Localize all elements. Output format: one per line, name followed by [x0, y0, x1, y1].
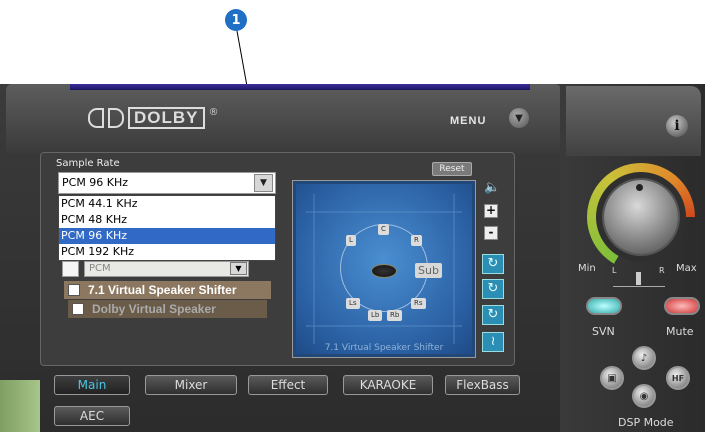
- listener-head-icon[interactable]: [371, 264, 397, 278]
- mute-toggle[interactable]: [664, 297, 700, 315]
- rotate-mode-2-button[interactable]: ↻: [482, 279, 504, 299]
- dolby-wordmark: DOLBY: [128, 107, 205, 129]
- speaker-left-back[interactable]: Lb: [368, 310, 383, 321]
- info-icon: i: [674, 118, 680, 134]
- menu-label: MENU: [450, 115, 487, 127]
- sample-rate-option[interactable]: PCM 192 KHz: [59, 244, 275, 260]
- pcm-checkbox[interactable]: [62, 261, 79, 277]
- tab-aec[interactable]: AEC: [54, 406, 130, 426]
- volume-knob-indicator: [636, 184, 643, 191]
- film-icon: ▣: [607, 372, 617, 384]
- triangle-down-icon: ▼: [260, 178, 267, 188]
- speaker-right-back[interactable]: Rb: [387, 310, 403, 321]
- reset-button[interactable]: Reset: [432, 162, 472, 176]
- dsp-mode-label: DSP Mode: [618, 416, 674, 429]
- speaker-panel-caption: 7.1 Virtual Speaker Shifter: [324, 343, 444, 353]
- rotate-mode-3-button[interactable]: ↻: [482, 305, 504, 325]
- dolby-virtual-speaker-option[interactable]: Dolby Virtual Speaker: [68, 300, 267, 318]
- volume-max-label: Max: [676, 263, 697, 274]
- desktop-background: [0, 380, 40, 432]
- speaker-sub[interactable]: Sub: [415, 263, 442, 278]
- pcm-dropdown-button[interactable]: ▼: [230, 262, 247, 275]
- sample-rate-dropdown-list: PCM 44.1 KHz PCM 48 KHz PCM 96 KHz PCM 1…: [58, 195, 276, 261]
- volume-min-label: Min: [578, 263, 596, 274]
- menu-button[interactable]: ▼: [509, 108, 529, 128]
- speaker-icon: 🔈: [484, 180, 501, 195]
- sample-rate-dropdown-button[interactable]: ▼: [254, 174, 273, 192]
- dsp-game-button[interactable]: ◉: [632, 384, 656, 408]
- chevron-down-icon: ▼: [515, 112, 523, 124]
- sample-rate-option-selected[interactable]: PCM 96 KHz: [59, 228, 275, 244]
- triangle-down-icon: ▼: [235, 264, 242, 273]
- dsp-music-button[interactable]: ♪: [632, 346, 656, 370]
- speaker-right-surround[interactable]: Rs: [411, 298, 426, 309]
- volume-knob[interactable]: [604, 180, 678, 254]
- dsp-movie-button[interactable]: ▣: [600, 366, 624, 390]
- virtual-speaker-shifter-option[interactable]: 7.1 Virtual Speaker Shifter: [64, 281, 271, 299]
- rotate-mode-1-button[interactable]: ↻: [482, 254, 504, 274]
- zoom-out-button[interactable]: -: [484, 226, 498, 240]
- display-strip: [70, 84, 530, 90]
- registered-mark: ®: [208, 107, 219, 118]
- svn-toggle[interactable]: [586, 297, 622, 315]
- dolby-virtual-speaker-label: Dolby Virtual Speaker: [92, 302, 216, 316]
- rotate-mode-4-button[interactable]: ≀: [482, 332, 504, 352]
- rotate-icon: ↻: [487, 281, 499, 296]
- dsp-hf-button[interactable]: HF: [666, 366, 690, 390]
- balance-right-label: R: [659, 266, 665, 275]
- info-button[interactable]: i: [666, 115, 688, 137]
- mute-label: Mute: [666, 325, 694, 338]
- dolby-virtual-speaker-checkbox[interactable]: [72, 303, 84, 315]
- rotate-icon: ↻: [487, 307, 499, 322]
- dolby-double-d-icon: [88, 108, 104, 128]
- speaker-left[interactable]: L: [346, 235, 356, 246]
- gamepad-icon: ◉: [639, 390, 649, 402]
- pcm-select[interactable]: PCM: [84, 261, 249, 277]
- rotate-icon: ↻: [487, 256, 499, 271]
- tab-karaoke[interactable]: KARAOKE: [343, 375, 433, 395]
- sample-rate-option[interactable]: PCM 44.1 KHz: [59, 196, 275, 212]
- sample-rate-select[interactable]: PCM 96 KHz: [58, 172, 276, 194]
- balance-left-label: L: [612, 266, 617, 275]
- sample-rate-label: Sample Rate: [56, 158, 120, 169]
- tab-mixer[interactable]: Mixer: [145, 375, 237, 395]
- hf-icon: HF: [671, 373, 685, 383]
- speaker-right[interactable]: R: [411, 235, 422, 246]
- speaker-left-surround[interactable]: Ls: [346, 298, 360, 309]
- svn-label: SVN: [592, 325, 615, 338]
- sample-rate-option[interactable]: PCM 48 KHz: [59, 212, 275, 228]
- music-note-icon: ♪: [640, 352, 648, 364]
- tab-flexbass[interactable]: FlexBass: [445, 375, 520, 395]
- virtual-speaker-shifter-label: 7.1 Virtual Speaker Shifter: [88, 283, 237, 297]
- balance-slider[interactable]: [636, 272, 641, 285]
- zoom-in-button[interactable]: +: [484, 204, 498, 218]
- swirl-icon: ≀: [490, 334, 496, 349]
- dolby-logo: DOLBY ®: [88, 107, 219, 129]
- tab-effect[interactable]: Effect: [248, 375, 328, 395]
- tab-main[interactable]: Main: [54, 375, 130, 395]
- virtual-speaker-shifter-checkbox[interactable]: [68, 284, 80, 296]
- speaker-center[interactable]: C: [378, 224, 389, 235]
- dolby-double-d-icon-2: [108, 108, 124, 128]
